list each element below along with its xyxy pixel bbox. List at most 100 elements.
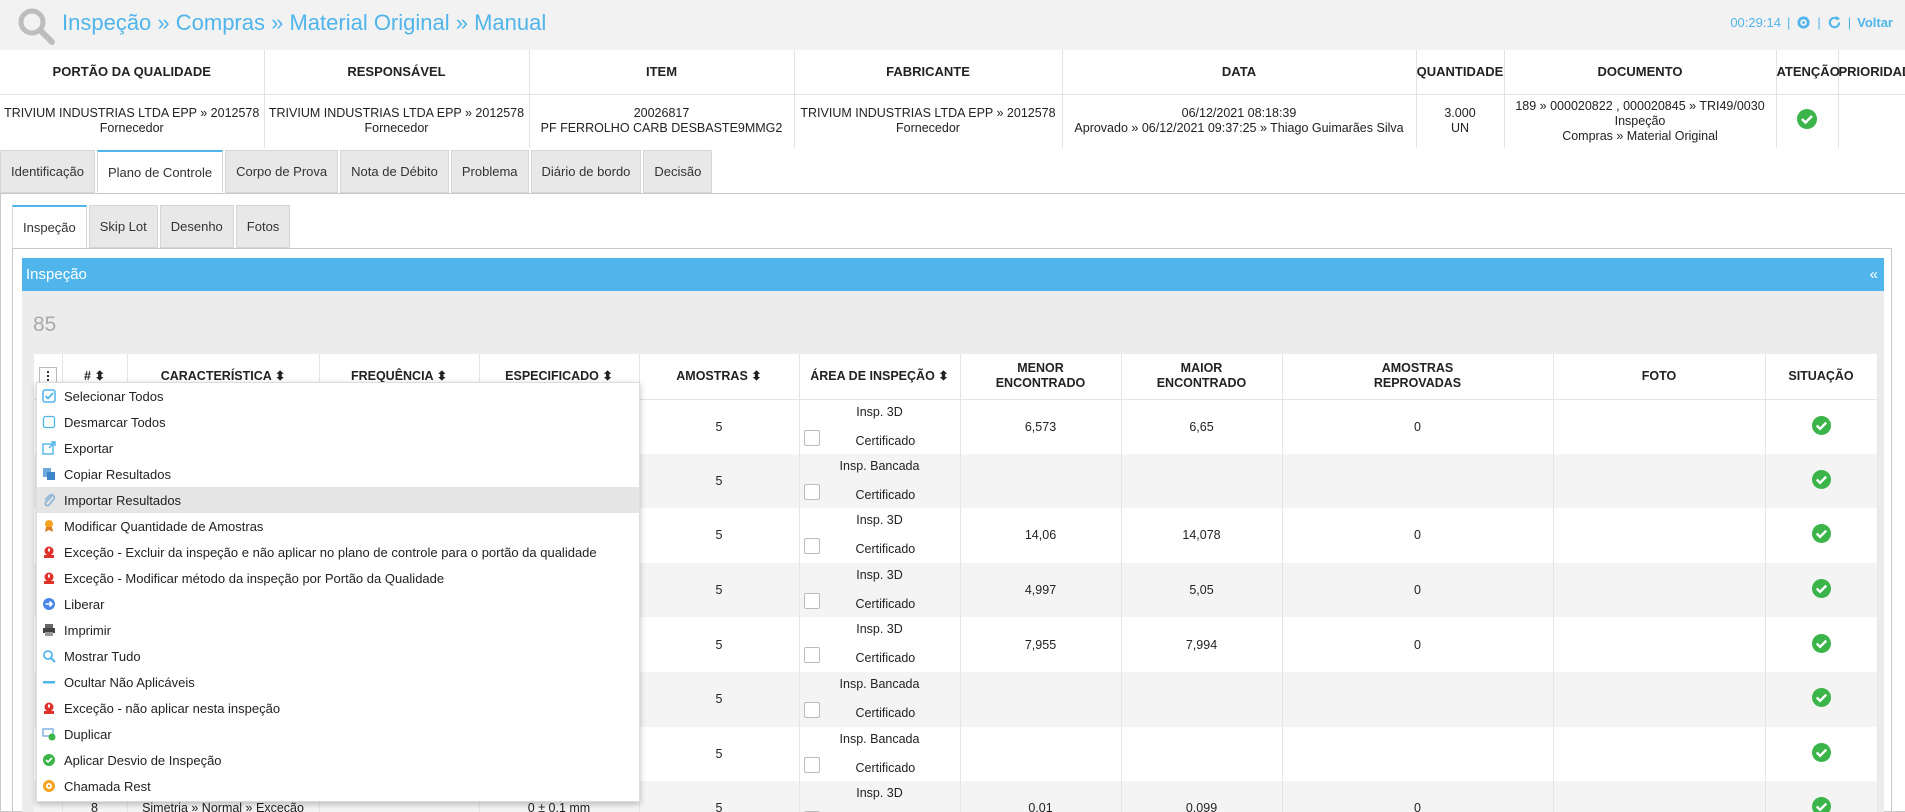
- tab-decisao[interactable]: Decisão: [643, 150, 713, 193]
- row-samples: 5: [639, 726, 800, 782]
- area-label: Insp. Bancada: [839, 731, 920, 746]
- area-label: Insp. 3D: [856, 513, 903, 528]
- col-samples[interactable]: AMOSTRAS ⬍: [639, 354, 800, 400]
- refresh-icon[interactable]: [1827, 15, 1842, 30]
- certificate-checkbox[interactable]: [803, 701, 820, 718]
- row-max-found: 7,994: [1121, 617, 1283, 672]
- gear-icon[interactable]: [1796, 15, 1811, 30]
- tab-nota-de-debito[interactable]: Nota de Débito: [340, 150, 449, 193]
- menu-item[interactable]: Exceção - não aplicar nesta inspeção: [37, 695, 639, 721]
- row-rejected: 0: [1282, 781, 1554, 812]
- row-photo[interactable]: [1553, 781, 1766, 812]
- back-link[interactable]: Voltar: [1857, 15, 1893, 30]
- inspection-title: Inspeção: [26, 266, 87, 283]
- menu-item[interactable]: Copiar Resultados: [37, 461, 639, 487]
- col-document: DOCUMENTO: [1504, 50, 1777, 95]
- row-max-found: [1121, 671, 1283, 727]
- menu-item[interactable]: Exceção - Modificar método da inspeção p…: [37, 565, 639, 591]
- row-samples: 5: [639, 671, 800, 727]
- row-photo[interactable]: [1553, 671, 1766, 727]
- attach-icon: [41, 492, 57, 508]
- menu-item[interactable]: Liberar: [37, 591, 639, 617]
- row-status: [1765, 453, 1878, 509]
- menu-item-label: Ocultar Não Aplicáveis: [64, 674, 195, 690]
- tab-corpo-de-prova[interactable]: Corpo de Prova: [225, 150, 339, 193]
- menu-item[interactable]: Imprimir: [37, 617, 639, 643]
- menu-item[interactable]: Exceção - Excluir da inspeção e não apli…: [37, 539, 639, 565]
- row-samples: 5: [639, 617, 800, 672]
- menu-item-label: Selecionar Todos: [64, 388, 164, 404]
- attention-cell: [1776, 94, 1839, 148]
- subtab-desenho[interactable]: Desenho: [159, 205, 234, 248]
- row-photo[interactable]: [1553, 726, 1766, 782]
- check-circle-icon: [1811, 797, 1831, 812]
- row-min-found: [960, 726, 1122, 782]
- menu-item-label: Modificar Quantidade de Amostras: [64, 518, 264, 534]
- menu-item-label: Chamada Rest: [64, 778, 151, 794]
- menu-item[interactable]: Modificar Quantidade de Amostras: [37, 513, 639, 539]
- row-status: [1765, 562, 1878, 618]
- row-min-found: 14,06: [960, 508, 1122, 563]
- subtab-fotos[interactable]: Fotos: [235, 205, 291, 248]
- date-cell: 06/12/2021 08:18:39 Aprovado » 06/12/2021…: [1062, 94, 1417, 148]
- exception-icon: [41, 700, 57, 716]
- row-samples: 5: [639, 781, 800, 812]
- exception-icon: [41, 570, 57, 586]
- menu-item[interactable]: Desmarcar Todos: [37, 409, 639, 435]
- row-max-found: 5,05: [1121, 562, 1283, 618]
- minus-icon: [41, 674, 57, 690]
- check-circle-icon: [1811, 688, 1831, 708]
- subtab-inspecao[interactable]: Inspeção: [12, 205, 87, 248]
- menu-item[interactable]: Chamada Rest: [37, 773, 639, 799]
- row-inspection-area: Insp. Bancada Certificado: [799, 453, 961, 509]
- menu-item[interactable]: Exportar: [37, 435, 639, 461]
- certificate-label: Certificado: [855, 542, 916, 557]
- row-max-found: 6,65: [1121, 399, 1283, 454]
- tab-identificacao[interactable]: Identificação: [0, 150, 95, 193]
- menu-item[interactable]: Duplicar: [37, 721, 639, 747]
- certificate-checkbox[interactable]: [803, 592, 820, 609]
- manufacturer-cell: TRIVIUM INDUSTRIAS LTDA EPP » 2012578 For…: [794, 94, 1063, 148]
- tab-problema[interactable]: Problema: [450, 150, 529, 193]
- exception-icon: [41, 544, 57, 560]
- row-photo[interactable]: [1553, 617, 1766, 672]
- menu-item-label: Exceção - Modificar método da inspeção p…: [64, 570, 445, 586]
- row-photo[interactable]: [1553, 399, 1766, 454]
- certificate-checkbox[interactable]: [803, 429, 820, 446]
- row-photo[interactable]: [1553, 453, 1766, 509]
- area-label: Insp. Bancada: [839, 676, 920, 691]
- check-circle-icon: [1811, 633, 1831, 653]
- menu-item[interactable]: Ocultar Não Aplicáveis: [37, 669, 639, 695]
- info-table: PORTÃO DA QUALIDADE RESPONSÁVEL ITEM FAB…: [0, 50, 1905, 148]
- page-title: Inspeção » Compras » Material Original »…: [62, 10, 547, 35]
- certificate-checkbox[interactable]: [803, 647, 820, 664]
- responsible-cell: TRIVIUM INDUSTRIAS LTDA EPP » 2012578 For…: [264, 94, 530, 148]
- gear-orange-icon: [41, 778, 57, 794]
- col-priority: PRIORIDADE: [1838, 50, 1905, 95]
- certificate-label: Certificado: [855, 651, 916, 666]
- certificate-checkbox[interactable]: [803, 756, 820, 773]
- row-min-found: [960, 453, 1122, 509]
- area-label: Insp. 3D: [856, 622, 903, 637]
- menu-item-label: Desmarcar Todos: [64, 414, 166, 430]
- col-responsible: RESPONSÁVEL: [264, 50, 530, 95]
- tab-diario-de-bordo[interactable]: Diário de bordo: [530, 150, 642, 193]
- main-tabs: Identificação Plano de Controle Corpo de…: [0, 150, 714, 193]
- subtab-skip-lot[interactable]: Skip Lot: [88, 205, 158, 248]
- certificate-label: Certificado: [855, 760, 916, 775]
- collapse-button[interactable]: «: [1870, 266, 1878, 283]
- col-inspection-area[interactable]: ÁREA DE INSPEÇÃO ⬍: [799, 354, 961, 400]
- tab-plano-de-controle[interactable]: Plano de Controle: [97, 150, 224, 193]
- certificate-checkbox[interactable]: [803, 483, 820, 500]
- row-actions-menu: Selecionar Todos Desmarcar Todos Exportar C…: [36, 382, 640, 802]
- row-status: [1765, 726, 1878, 782]
- row-inspection-area: Insp. Bancada Certificado: [799, 726, 961, 782]
- row-photo[interactable]: [1553, 508, 1766, 563]
- menu-item[interactable]: Mostrar Tudo: [37, 643, 639, 669]
- menu-item[interactable]: Aplicar Desvio de Inspeção: [37, 747, 639, 773]
- row-photo[interactable]: [1553, 562, 1766, 618]
- menu-item[interactable]: Importar Resultados: [37, 487, 639, 513]
- certificate-checkbox[interactable]: [803, 538, 820, 555]
- area-label: Insp. 3D: [856, 404, 903, 419]
- menu-item[interactable]: Selecionar Todos: [37, 383, 639, 409]
